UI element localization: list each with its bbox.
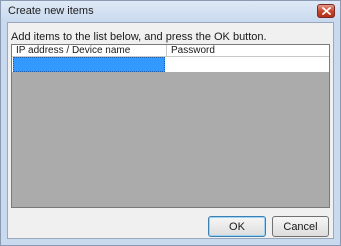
list-row[interactable] [12, 57, 329, 72]
items-list[interactable]: IP address / Device name Password [11, 44, 330, 208]
column-header-password[interactable]: Password [167, 45, 317, 56]
list-header: IP address / Device name Password [12, 45, 329, 57]
dialog-body: Add items to the list below, and press t… [7, 22, 334, 239]
password-cell[interactable] [167, 57, 329, 72]
title-bar[interactable]: Create new items [1, 1, 340, 22]
column-header-ip-device[interactable]: IP address / Device name [12, 45, 167, 56]
instruction-text: Add items to the list below, and press t… [11, 31, 267, 43]
dialog-window: Create new items Add items to the list b… [0, 0, 341, 246]
window-title: Create new items [8, 5, 94, 17]
ok-button[interactable]: OK [208, 216, 266, 237]
ip-device-cell[interactable] [13, 57, 165, 72]
cancel-button[interactable]: Cancel [272, 216, 329, 237]
close-icon [322, 7, 331, 15]
close-button[interactable] [317, 4, 335, 18]
